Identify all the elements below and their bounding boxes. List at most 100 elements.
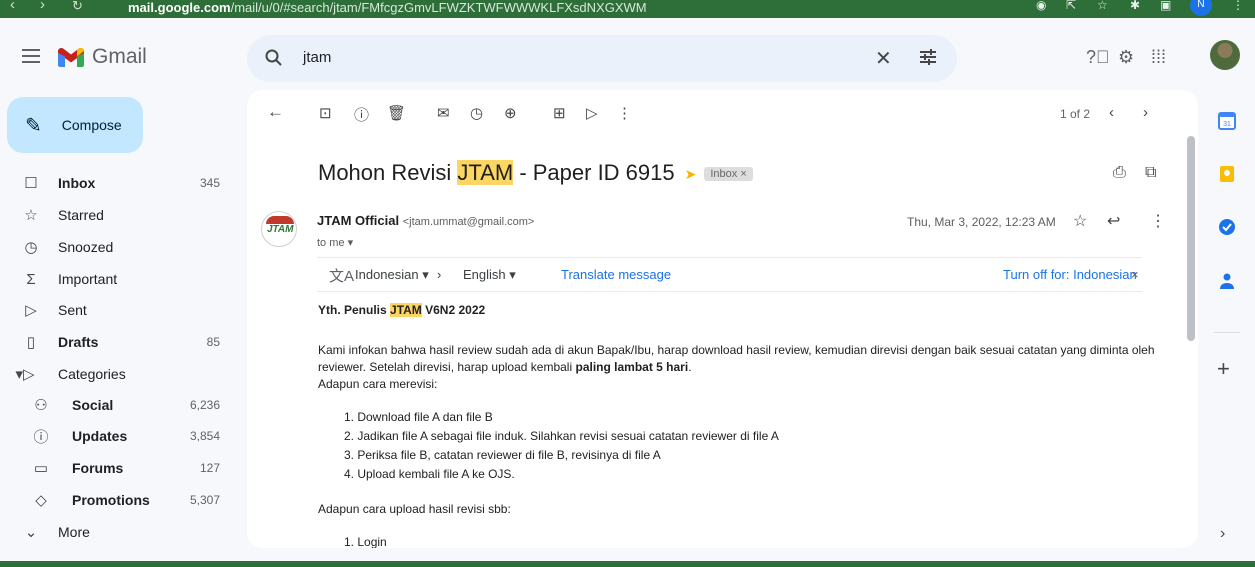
inbox-icon: ☐ [24,175,38,192]
people-icon: ⚇ [34,397,48,414]
search-input[interactable]: jtam [303,49,331,66]
sender-name: JTAM Official [317,213,400,228]
tasks-icon[interactable] [1218,218,1236,236]
archive-icon[interactable]: ⊡ [319,104,332,122]
target-language-select[interactable]: English ▾ [463,267,516,283]
revise-intro: Adapun cara merevisi: [318,377,438,391]
email-greeting: Yth. Penulis JTAM V6N2 2022 [318,302,485,319]
unread-count: 5,307 [189,493,220,507]
sidebar-item-label: Social [72,397,114,413]
calendar-icon[interactable]: 31 [1218,112,1236,130]
paragraph-end: . [688,360,692,374]
list-item: 1. Login [344,535,387,548]
greeting-text-end: V6N2 2022 [421,303,486,317]
important-marker-icon[interactable]: ➤ [685,166,697,183]
pencil-icon: ✎ [25,114,42,137]
back-arrow-icon[interactable]: ← [267,102,284,122]
source-language-select[interactable]: Indonesian ▾ [355,267,429,283]
turn-off-translation-link[interactable]: Turn off for: Indonesian [1003,267,1137,282]
forward-icon[interactable]: › [40,0,45,13]
paragraph-text: Kami infokan bahwa hasil review sudah ad… [318,343,1155,374]
address-bar[interactable]: mail.google.com/mail/u/0/#search/jtam/FM… [128,0,647,15]
sidebar-item-label: Important [58,271,118,287]
search-options-icon[interactable] [919,48,937,66]
sidebar-item-promotions[interactable]: ◇ Promotions 5,307 [0,484,236,516]
browser-toolbar: ‹ › ↻ mail.google.com/mail/u/0/#search/j… [0,0,1255,18]
sidebar-item-updates[interactable]: ⓘ Updates 3,854 [0,420,236,452]
add-addon-icon[interactable]: + [1217,356,1230,382]
sidebar-item-label: Starred [58,207,104,223]
sidebar-item-important[interactable]: Σ Important [0,263,236,295]
recipient-details-toggle[interactable]: to me ▾ [317,236,353,249]
print-icon[interactable]: ⎙ [1113,164,1126,182]
search-icon[interactable] [265,49,283,67]
snooze-icon[interactable]: ◷ [470,104,483,122]
apps-grid-icon[interactable]: ⁞⁞⁞ [1151,47,1166,68]
sidebar-item-more[interactable]: ⌄ More [0,516,236,548]
sidebar-item-forums[interactable]: ▭ Forums 127 [0,452,236,484]
reply-icon[interactable]: ↩ [1107,211,1120,231]
main-menu-icon[interactable] [22,49,40,63]
sidebar-item-drafts[interactable]: ▯ Drafts 85 [0,326,236,358]
settings-gear-icon[interactable]: ⚙ [1118,47,1134,68]
sender-avatar[interactable]: JTAM [261,211,297,247]
older-chevron-icon[interactable]: › [1143,104,1148,121]
revision-steps-list: 1. Download file A dan file B 2. Jadikan… [344,408,779,484]
translate-icon: 文A [329,268,355,285]
browser-profile-avatar[interactable]: N [1190,0,1212,16]
eye-icon[interactable]: ◉ [1036,0,1046,12]
move-to-icon[interactable]: ⊞ [553,104,566,122]
sidebar-item-sent[interactable]: ▷ Sent [0,294,236,326]
contacts-icon[interactable] [1218,272,1236,290]
close-translate-icon[interactable]: × [1131,267,1139,282]
sidebar-item-starred[interactable]: ☆ Starred [0,199,236,231]
sidebar-item-categories[interactable]: ▾▷ Categories [0,358,236,390]
mark-unread-icon[interactable]: ✉ [437,104,450,122]
sidebar-item-label: Sent [58,302,87,318]
newer-chevron-icon[interactable]: ‹ [1109,104,1114,121]
extensions-icon[interactable]: ✱ [1130,0,1140,12]
help-icon[interactable]: ?⃝ [1086,47,1110,68]
search-bar[interactable]: jtam ✕ [247,35,957,82]
gmail-logo[interactable]: Gmail [58,45,147,69]
subject-highlight: JTAM [457,160,514,185]
compose-button[interactable]: ✎ Compose [7,97,143,153]
list-item: 4. Upload kembali file A ke OJS. [344,467,515,481]
report-spam-icon[interactable]: ⓘ [354,104,369,125]
clear-search-icon[interactable]: ✕ [875,46,892,71]
sidebar-item-label: Drafts [58,334,99,350]
open-new-window-icon[interactable]: ⧉ [1145,164,1156,182]
expand-panel-chevron-icon[interactable]: › [1220,525,1225,543]
sidebar-item-label: Forums [72,460,124,476]
keep-icon[interactable] [1218,165,1236,183]
translate-bar: 文A Indonesian ▾ › English ▾ Translate me… [317,257,1142,292]
translate-message-link[interactable]: Translate message [561,267,671,282]
account-avatar[interactable] [1210,40,1240,70]
upload-intro: Adapun cara upload hasil revisi sbb: [318,502,511,516]
share-icon[interactable]: ⇱ [1066,0,1076,12]
compose-label: Compose [61,117,122,133]
message-more-icon[interactable]: ⋮ [1150,211,1166,231]
browser-menu-icon[interactable]: ⋮ [1232,0,1244,12]
message-scrollbar[interactable] [1187,136,1195,341]
arrow-right-icon: › [437,267,442,282]
sidebar-item-social[interactable]: ⚇ Social 6,236 [0,389,236,421]
more-options-icon[interactable]: ⋮ [617,104,632,122]
url-path: /mail/u/0/#search/jtam/FMfcgzGmvLFWZKTWF… [230,0,647,15]
back-icon[interactable]: ‹ [10,0,15,13]
delete-icon[interactable]: 🗑 [387,104,406,122]
reload-icon[interactable]: ↻ [72,0,83,14]
sidebar-item-inbox[interactable]: ☐ Inbox 345 [0,167,236,199]
sender-line: JTAM Official <jtam.ummat@gmail.com> [317,213,534,228]
add-task-icon[interactable]: ⊕ [504,104,517,122]
unread-count: 3,854 [189,429,220,443]
bookmark-star-icon[interactable]: ☆ [1097,0,1108,12]
inbox-label-badge[interactable]: Inbox × [704,167,753,182]
label-icon[interactable]: ▷ [586,104,598,122]
star-icon[interactable]: ☆ [1073,211,1087,231]
sidebar-item-snoozed[interactable]: ◷ Snoozed [0,231,236,263]
side-panel-icon[interactable]: ▣ [1160,0,1171,12]
unread-count: 127 [199,461,220,475]
sidebar-item-label: Promotions [72,492,150,508]
list-item: 2. Jadikan file A sebagai file induk. Si… [344,429,779,443]
